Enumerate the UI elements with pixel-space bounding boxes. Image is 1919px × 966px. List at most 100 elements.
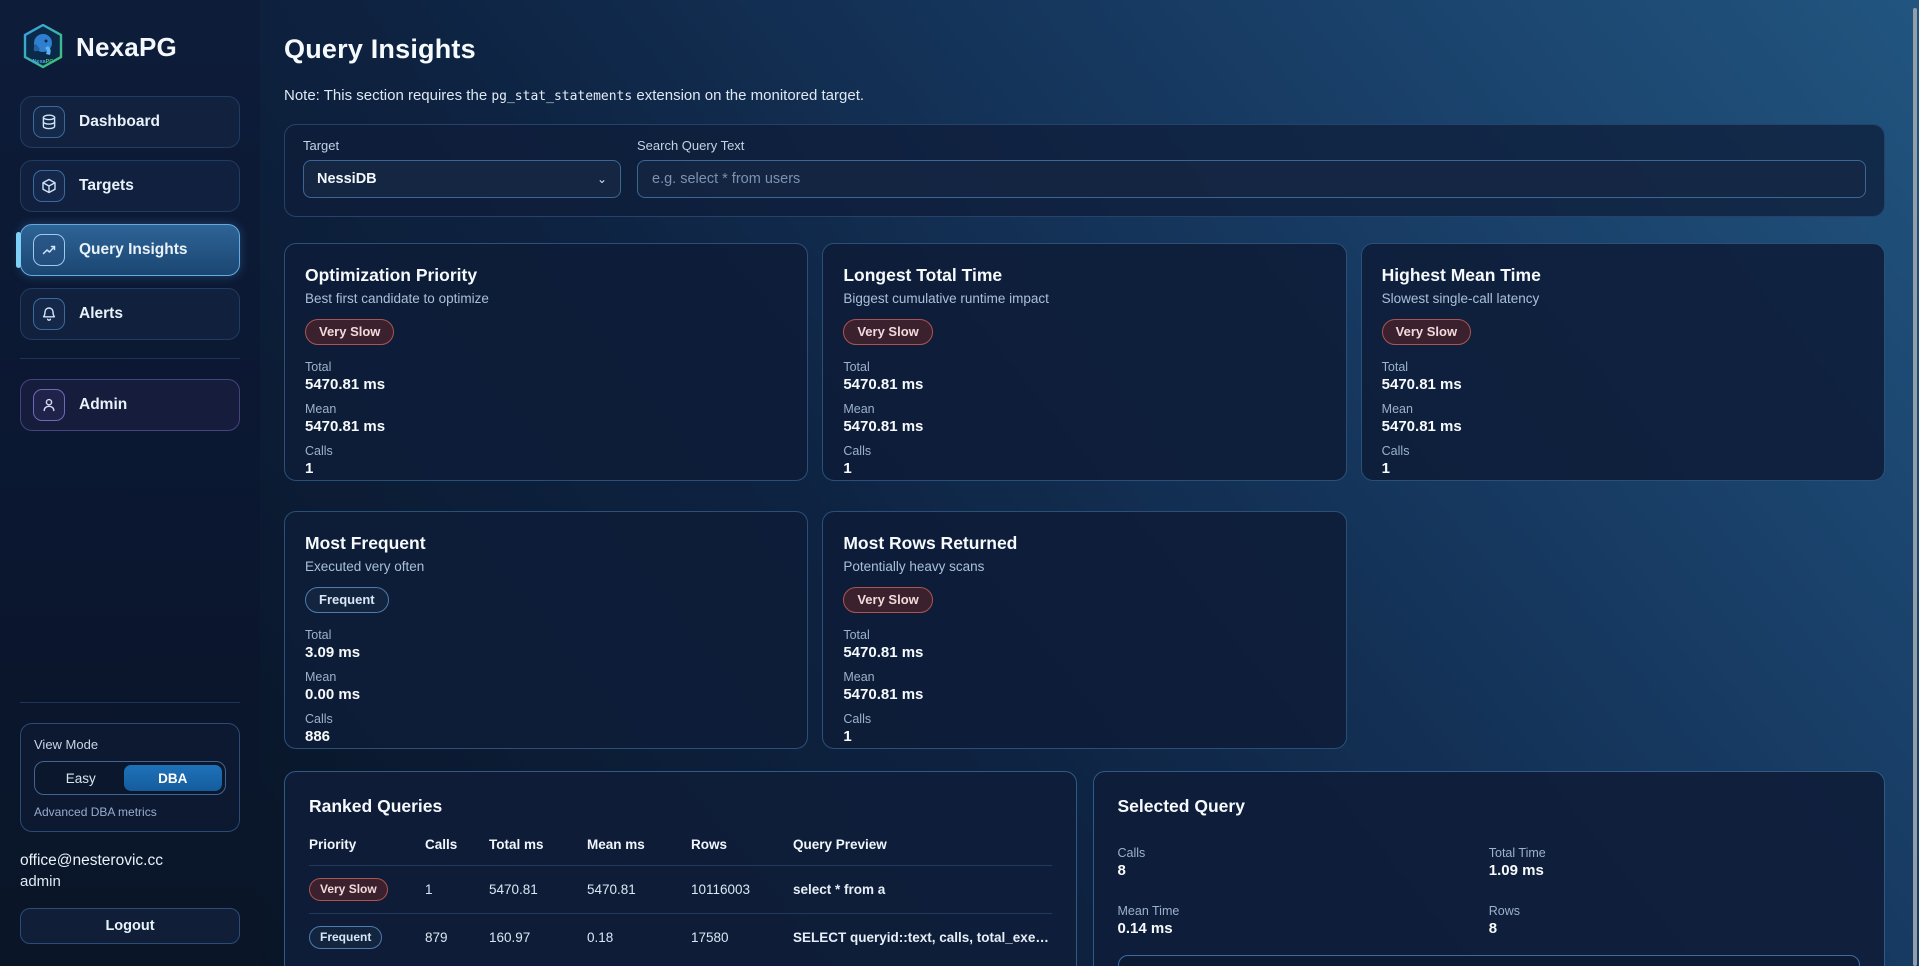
priority-badge: Very Slow	[1382, 319, 1471, 345]
card-title: Optimization Priority	[305, 265, 787, 286]
page-note: Note: This section requires the pg_stat_…	[284, 87, 1885, 104]
filter-panel: Target NessiDB ⌄ Search Query Text	[284, 124, 1885, 217]
user-role: admin	[20, 873, 240, 890]
stat-label: Calls	[843, 444, 1325, 458]
bottom-row: Ranked Queries Priority Calls Total ms M…	[284, 771, 1885, 966]
cell-mean-ms: 5470.81	[587, 882, 679, 897]
card-optimization-priority: Optimization Priority Best first candida…	[284, 243, 808, 481]
selected-query-stats: Calls 8 Total Time 1.09 ms Mean Time 0.1…	[1118, 837, 1861, 937]
stat-value: 5470.81 ms	[305, 376, 787, 393]
priority-badge: Frequent	[305, 587, 389, 613]
ranked-queries-title: Ranked Queries	[309, 796, 1052, 817]
card-title: Highest Mean Time	[1382, 265, 1864, 286]
selected-query-panel: Selected Query Calls 8 Total Time 1.09 m…	[1093, 771, 1886, 966]
table-row[interactable]: Very Slow 1 5470.81 5470.81 10116003 sel…	[309, 865, 1052, 913]
priority-badge: Very Slow	[843, 319, 932, 345]
stat-value: 1.09 ms	[1489, 862, 1860, 879]
stat-label: Mean	[843, 670, 1325, 684]
target-select-value: NessiDB	[317, 171, 377, 187]
stat-label: Mean	[1382, 402, 1864, 416]
note-extension-code: pg_stat_statements	[491, 89, 632, 104]
view-mode-toggle: Easy DBA	[34, 761, 226, 795]
app-logo-row: NexaPG NexaPG	[22, 24, 240, 70]
stat-value: 5470.81 ms	[1382, 376, 1864, 393]
sidebar-item-targets[interactable]: Targets	[20, 160, 240, 212]
card-subtitle: Slowest single-call latency	[1382, 291, 1864, 306]
cube-icon	[33, 170, 65, 202]
stat-label: Mean	[843, 402, 1325, 416]
stat-value: 0.14 ms	[1118, 920, 1489, 937]
card-subtitle: Biggest cumulative runtime impact	[843, 291, 1325, 306]
bell-icon	[33, 298, 65, 330]
chevron-down-icon: ⌄	[597, 172, 607, 186]
page-title: Query Insights	[284, 34, 1885, 65]
card-subtitle: Executed very often	[305, 559, 787, 574]
stat-value: 5470.81 ms	[305, 418, 787, 435]
ranked-queries-panel: Ranked Queries Priority Calls Total ms M…	[284, 771, 1077, 966]
view-mode-panel: View Mode Easy DBA Advanced DBA metrics	[20, 723, 240, 832]
sidebar-item-alerts[interactable]: Alerts	[20, 288, 240, 340]
stat-label: Total Time	[1489, 846, 1860, 860]
stat-value: 886	[305, 728, 787, 745]
stat-label: Mean	[305, 670, 787, 684]
card-title: Longest Total Time	[843, 265, 1325, 286]
table-row[interactable]: Frequent 879 160.97 0.18 17580 SELECT qu…	[309, 913, 1052, 961]
stat-value: 8	[1118, 862, 1489, 879]
stat-rows: Rows 8	[1489, 895, 1860, 937]
cell-total-ms: 160.97	[489, 930, 575, 945]
target-select[interactable]: NessiDB ⌄	[303, 160, 621, 198]
sidebar-spacer	[20, 443, 240, 702]
main-content: Query Insights Note: This section requir…	[260, 0, 1919, 966]
sidebar-item-label: Targets	[79, 177, 134, 195]
app-title: NexaPG	[76, 32, 177, 63]
table-header-row: Priority Calls Total ms Mean ms Rows Que…	[309, 837, 1052, 865]
search-label: Search Query Text	[637, 138, 1866, 153]
easy-mode-button[interactable]: Easy	[38, 765, 124, 791]
nexapg-logo-icon: NexaPG	[22, 24, 64, 70]
card-title: Most Rows Returned	[843, 533, 1325, 554]
view-mode-label: View Mode	[34, 737, 226, 752]
stat-value: 1	[1382, 460, 1864, 477]
stat-value: 1	[305, 460, 787, 477]
cell-calls: 1	[425, 882, 477, 897]
stat-value: 5470.81 ms	[1382, 418, 1864, 435]
card-subtitle: Potentially heavy scans	[843, 559, 1325, 574]
sidebar-item-label: Alerts	[79, 305, 123, 323]
user-email: office@nesterovic.cc	[20, 852, 240, 870]
search-field-group: Search Query Text	[637, 138, 1866, 198]
stat-label: Mean	[305, 402, 787, 416]
stat-value: 5470.81 ms	[843, 686, 1325, 703]
search-query-input[interactable]	[637, 160, 1866, 198]
dba-mode-button[interactable]: DBA	[124, 765, 222, 791]
card-most-frequent: Most Frequent Executed very often Freque…	[284, 511, 808, 749]
cell-rows: 17580	[691, 930, 781, 945]
user-icon	[33, 389, 65, 421]
sql-code-block: SELECT count(*)	[1118, 955, 1861, 966]
stat-total-time: Total Time 1.09 ms	[1489, 837, 1860, 879]
column-header-total-ms: Total ms	[489, 837, 575, 852]
priority-badge: Very Slow	[309, 878, 388, 901]
logout-button[interactable]: Logout	[20, 908, 240, 944]
stat-label: Calls	[843, 712, 1325, 726]
vertical-scrollbar[interactable]	[1913, 8, 1917, 966]
target-field-group: Target NessiDB ⌄	[303, 138, 621, 198]
chart-trend-icon	[33, 234, 65, 266]
stat-label: Rows	[1489, 904, 1860, 918]
sidebar-item-admin[interactable]: Admin	[20, 379, 240, 431]
stat-value: 8	[1489, 920, 1860, 937]
cell-mean-ms: 0.18	[587, 930, 679, 945]
sidebar-item-query-insights[interactable]: Query Insights	[20, 224, 240, 276]
cell-query-preview: select * from a	[793, 882, 1052, 897]
sidebar-item-dashboard[interactable]: Dashboard	[20, 96, 240, 148]
stat-value: 5470.81 ms	[843, 376, 1325, 393]
stat-value: 1	[843, 460, 1325, 477]
metric-cards-row-1: Optimization Priority Best first candida…	[284, 243, 1885, 481]
stat-label: Calls	[305, 712, 787, 726]
priority-badge: Very Slow	[843, 587, 932, 613]
column-header-calls: Calls	[425, 837, 477, 852]
sidebar-divider	[20, 358, 240, 359]
stat-value: 3.09 ms	[305, 644, 787, 661]
card-longest-total-time: Longest Total Time Biggest cumulative ru…	[822, 243, 1346, 481]
note-prefix: Note: This section requires the	[284, 87, 491, 104]
cell-total-ms: 5470.81	[489, 882, 575, 897]
